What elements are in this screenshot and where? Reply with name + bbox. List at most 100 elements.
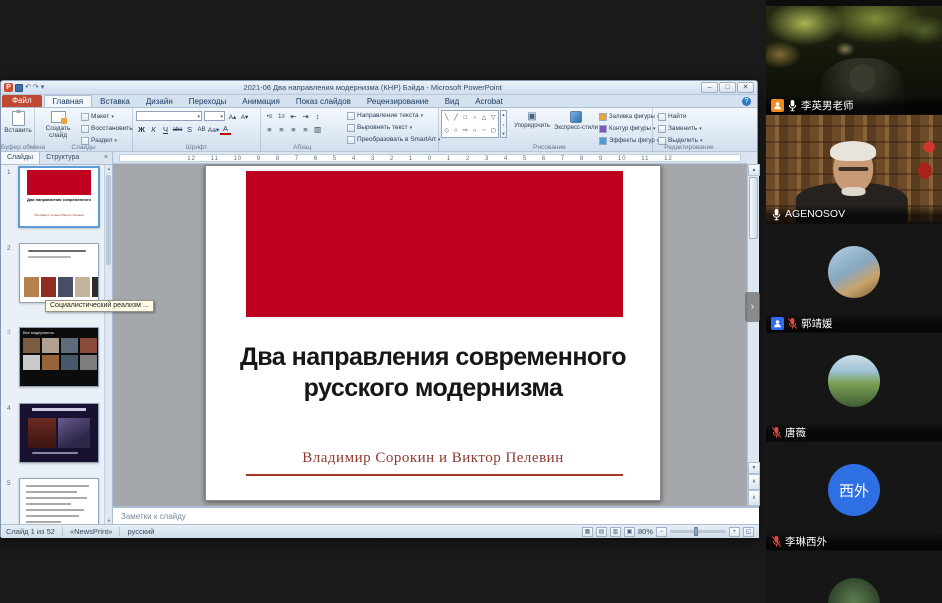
minimize-button[interactable]	[701, 82, 718, 93]
shape-diagonal-icon[interactable]	[454, 114, 458, 121]
tab-transitions[interactable]: Переходы	[181, 96, 235, 107]
slide-thumbnail-1[interactable]: Два направления современного Владимир Со…	[18, 166, 100, 228]
columns-button[interactable]	[312, 124, 323, 135]
editor-scrollbar[interactable]	[747, 164, 759, 506]
zoom-in-button[interactable]	[729, 527, 740, 537]
replace-button[interactable]: Заменить	[658, 123, 702, 134]
shape-star-icon[interactable]	[453, 127, 458, 134]
next-slide-button[interactable]	[748, 490, 760, 506]
tab-acrobat[interactable]: Acrobat	[467, 96, 511, 107]
shape-arrow-icon[interactable]	[463, 127, 468, 134]
grow-font-button[interactable]	[227, 111, 238, 122]
increase-indent-button[interactable]	[300, 111, 311, 122]
tab-slides-thumbnails[interactable]: Слайды	[1, 152, 40, 164]
pane-scroll-thumb[interactable]	[106, 175, 111, 265]
justify-button[interactable]	[300, 124, 311, 135]
tab-animations[interactable]: Анимация	[234, 96, 288, 107]
slide-thumbnail-3[interactable]: Все модернисты	[19, 327, 99, 387]
zoom-slider[interactable]	[670, 530, 726, 533]
reset-button[interactable]: Восстановить	[81, 123, 133, 134]
scroll-thumb[interactable]	[749, 177, 758, 239]
normal-view-button[interactable]	[582, 527, 593, 537]
participant-tile[interactable]	[766, 551, 942, 603]
align-left-button[interactable]	[264, 124, 275, 135]
font-size-combo[interactable]	[204, 111, 225, 121]
paste-button[interactable]: Вставить	[1, 110, 35, 134]
undo-icon[interactable]	[25, 83, 31, 92]
save-icon[interactable]	[15, 84, 23, 92]
previous-slide-button[interactable]	[748, 474, 760, 490]
slide-subtitle[interactable]: Владимир Сорокин и Виктор Пелевин	[206, 450, 660, 467]
align-text-button[interactable]: Выровнять текст	[347, 122, 412, 133]
shapes-more-icon[interactable]	[503, 122, 504, 127]
line-spacing-button[interactable]	[312, 111, 323, 122]
reading-view-button[interactable]	[610, 527, 621, 537]
window-titlebar[interactable]: P 2021-06 Два направления модернизма (КН…	[1, 81, 757, 95]
participant-tile[interactable]: 李英男老师	[766, 6, 942, 114]
pane-close-icon[interactable]	[100, 152, 112, 164]
slide[interactable]: Два направления современного русского мо…	[205, 165, 661, 501]
tab-file[interactable]: Файл	[2, 95, 42, 107]
zoom-out-button[interactable]	[656, 527, 667, 537]
shape-triangle-down-icon[interactable]	[491, 114, 496, 121]
participant-tile[interactable]: 西外 李琳西外	[766, 442, 942, 550]
shape-curve-icon[interactable]	[482, 128, 486, 134]
shape-diamond-icon[interactable]	[444, 127, 449, 134]
tab-outline[interactable]: Структура	[40, 152, 85, 164]
strikethrough-button[interactable]	[172, 124, 183, 135]
tab-slideshow[interactable]: Показ слайдов	[288, 96, 359, 107]
tab-design[interactable]: Дизайн	[138, 96, 181, 107]
italic-button[interactable]	[148, 124, 159, 135]
shape-line-icon[interactable]	[445, 114, 449, 121]
slide-thumbnail-5[interactable]	[19, 478, 99, 524]
scroll-up-icon[interactable]	[748, 164, 760, 176]
slideshow-view-button[interactable]	[624, 527, 635, 537]
shapes-scroll-up-icon[interactable]	[502, 112, 506, 117]
slide-title[interactable]: Два направления современного русского мо…	[206, 342, 660, 404]
participant-tile[interactable]: 唐薇	[766, 333, 942, 441]
participant-tile[interactable]: AGENOSOV	[766, 115, 942, 223]
slide-thumbnail-4[interactable]	[19, 403, 99, 463]
find-button[interactable]: Найти	[658, 111, 687, 122]
bold-button[interactable]	[136, 124, 147, 135]
close-button[interactable]	[737, 82, 754, 93]
scroll-down-icon[interactable]	[748, 462, 760, 474]
shape-arc-icon[interactable]	[473, 128, 477, 134]
slide-editor-canvas[interactable]: Два направления современного русского мо…	[113, 164, 747, 506]
shape-ellipse-icon[interactable]	[473, 115, 477, 121]
shrink-font-button[interactable]	[239, 111, 250, 122]
bullets-button[interactable]	[264, 111, 275, 122]
layout-button[interactable]: Макет	[81, 111, 114, 122]
decrease-indent-button[interactable]	[288, 111, 299, 122]
shapes-scroll-down-icon[interactable]	[502, 131, 506, 136]
shape-rectangle-icon[interactable]	[464, 115, 468, 121]
arrange-button[interactable]: Упорядочить	[511, 110, 553, 130]
font-color-button[interactable]	[220, 125, 231, 135]
participant-tile[interactable]: 郭靖媛	[766, 224, 942, 332]
redo-icon[interactable]	[33, 83, 39, 92]
pane-scroll-up-icon[interactable]	[105, 166, 113, 171]
slide-sorter-view-button[interactable]	[596, 527, 607, 537]
change-case-button[interactable]	[208, 124, 219, 135]
tab-view[interactable]: Вид	[437, 96, 467, 107]
shape-callout-icon[interactable]	[491, 127, 496, 134]
fit-to-window-button[interactable]	[743, 527, 754, 537]
quick-styles-button[interactable]: Экспресс-стили	[553, 110, 599, 132]
new-slide-button[interactable]: Создать слайд	[39, 110, 77, 139]
sidebar-collapse-button[interactable]	[745, 292, 760, 322]
align-center-button[interactable]	[276, 124, 287, 135]
underline-button[interactable]	[160, 124, 171, 135]
shapes-gallery[interactable]	[441, 110, 499, 138]
maximize-button[interactable]	[719, 82, 736, 93]
slides-pane-scrollbar[interactable]	[104, 165, 112, 524]
zoom-slider-thumb[interactable]	[694, 527, 698, 536]
text-shadow-button[interactable]	[184, 124, 195, 135]
shapes-scrollbar[interactable]	[500, 110, 507, 138]
numbering-button[interactable]	[276, 111, 287, 122]
align-right-button[interactable]	[288, 124, 299, 135]
tab-home[interactable]: Главная	[44, 95, 92, 107]
text-direction-button[interactable]: Направление текста	[347, 110, 423, 121]
notes-pane[interactable]: Заметки к слайду	[113, 506, 759, 524]
shape-triangle-icon[interactable]	[482, 114, 487, 121]
pane-scroll-down-icon[interactable]	[105, 518, 113, 523]
